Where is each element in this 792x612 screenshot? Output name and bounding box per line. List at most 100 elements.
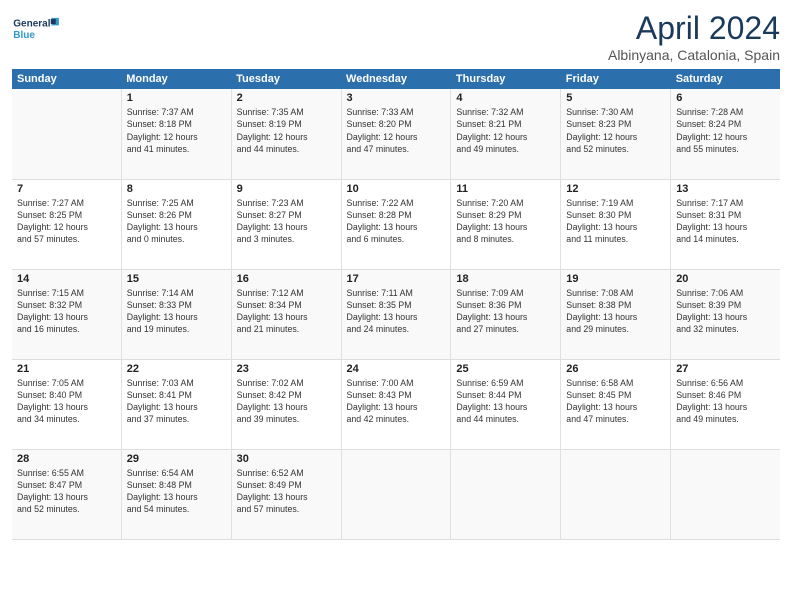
calendar-cell — [451, 449, 561, 539]
day-info: Sunrise: 7:27 AM Sunset: 8:25 PM Dayligh… — [17, 197, 116, 246]
day-number: 22 — [127, 363, 226, 375]
calendar-cell: 23Sunrise: 7:02 AM Sunset: 8:42 PM Dayli… — [231, 359, 341, 449]
day-number: 9 — [237, 183, 336, 195]
calendar-cell: 15 Sunrise: 7:14 AM Sunset: 8:33 PM Dayli… — [121, 269, 231, 359]
header-wednesday: Wednesday — [341, 69, 451, 89]
day-number: 8 — [127, 183, 226, 195]
calendar-cell — [671, 449, 780, 539]
calendar-cell: 28 Sunrise: 6:55 AM Sunset: 8:47 PM Dayli… — [12, 449, 121, 539]
day-info: Sunrise: 7:17 AM Sunset: 8:31 PM Dayligh… — [676, 197, 775, 246]
calendar-cell: 22 Sunrise: 7:03 AM Sunset: 8:41 PM Dayli… — [121, 359, 231, 449]
header-row: Sunday Monday Tuesday Wednesday Thursday… — [12, 69, 780, 89]
calendar-cell: 9Sunrise: 7:23 AM Sunset: 8:27 PM Daylig… — [231, 179, 341, 269]
day-info: Sunrise: 7:08 AM Sunset: 8:38 PM Dayligh… — [566, 287, 665, 336]
logo-svg: General Blue — [12, 10, 62, 50]
calendar-cell — [561, 449, 671, 539]
day-number: 24 — [347, 363, 446, 375]
day-number: 30 — [237, 453, 336, 465]
calendar-cell: 1 Sunrise: 7:37 AM Sunset: 8:18 PM Daylig… — [121, 89, 231, 179]
day-info: Sunrise: 7:25 AM Sunset: 8:26 PM Dayligh… — [127, 197, 226, 246]
month-title: April 2024 — [608, 10, 780, 47]
day-info: Sunrise: 7:03 AM Sunset: 8:41 PM Dayligh… — [127, 377, 226, 426]
day-number: 2 — [237, 92, 336, 104]
header-thursday: Thursday — [451, 69, 561, 89]
header: General Blue April 2024 Albinyana, Catal… — [12, 10, 780, 63]
day-info: Sunrise: 6:52 AM Sunset: 8:49 PM Dayligh… — [237, 467, 336, 516]
day-number: 26 — [566, 363, 665, 375]
header-friday: Friday — [561, 69, 671, 89]
calendar-header: Sunday Monday Tuesday Wednesday Thursday… — [12, 69, 780, 89]
day-number: 3 — [347, 92, 446, 104]
calendar-cell: 6 Sunrise: 7:28 AM Sunset: 8:24 PM Daylig… — [671, 89, 780, 179]
header-tuesday: Tuesday — [231, 69, 341, 89]
calendar-cell: 17 Sunrise: 7:11 AM Sunset: 8:35 PM Dayli… — [341, 269, 451, 359]
calendar-cell: 30 Sunrise: 6:52 AM Sunset: 8:49 PM Dayli… — [231, 449, 341, 539]
day-number: 13 — [676, 183, 775, 195]
calendar-cell: 5Sunrise: 7:30 AM Sunset: 8:23 PM Daylig… — [561, 89, 671, 179]
day-info: Sunrise: 7:20 AM Sunset: 8:29 PM Dayligh… — [456, 197, 555, 246]
day-number: 15 — [127, 273, 226, 285]
day-number: 21 — [17, 363, 116, 375]
day-info: Sunrise: 7:15 AM Sunset: 8:32 PM Dayligh… — [17, 287, 116, 336]
day-info: Sunrise: 7:28 AM Sunset: 8:24 PM Dayligh… — [676, 106, 775, 155]
day-number: 12 — [566, 183, 665, 195]
calendar-cell — [12, 89, 121, 179]
location-subtitle: Albinyana, Catalonia, Spain — [608, 47, 780, 63]
day-number: 27 — [676, 363, 775, 375]
calendar-cell: 25 Sunrise: 6:59 AM Sunset: 8:44 PM Dayli… — [451, 359, 561, 449]
day-info: Sunrise: 6:58 AM Sunset: 8:45 PM Dayligh… — [566, 377, 665, 426]
day-info: Sunrise: 6:59 AM Sunset: 8:44 PM Dayligh… — [456, 377, 555, 426]
calendar-cell: 14Sunrise: 7:15 AM Sunset: 8:32 PM Dayli… — [12, 269, 121, 359]
day-info: Sunrise: 7:06 AM Sunset: 8:39 PM Dayligh… — [676, 287, 775, 336]
day-number: 28 — [17, 453, 116, 465]
title-block: April 2024 Albinyana, Catalonia, Spain — [608, 10, 780, 63]
calendar-body: 1 Sunrise: 7:37 AM Sunset: 8:18 PM Daylig… — [12, 89, 780, 539]
day-info: Sunrise: 7:37 AM Sunset: 8:18 PM Dayligh… — [127, 106, 226, 155]
day-number: 7 — [17, 183, 116, 195]
calendar-cell: 7 Sunrise: 7:27 AM Sunset: 8:25 PM Daylig… — [12, 179, 121, 269]
day-info: Sunrise: 6:56 AM Sunset: 8:46 PM Dayligh… — [676, 377, 775, 426]
day-info: Sunrise: 7:22 AM Sunset: 8:28 PM Dayligh… — [347, 197, 446, 246]
day-number: 16 — [237, 273, 336, 285]
calendar-cell: 3 Sunrise: 7:33 AM Sunset: 8:20 PM Daylig… — [341, 89, 451, 179]
day-number: 20 — [676, 273, 775, 285]
day-info: Sunrise: 7:00 AM Sunset: 8:43 PM Dayligh… — [347, 377, 446, 426]
day-info: Sunrise: 7:30 AM Sunset: 8:23 PM Dayligh… — [566, 106, 665, 155]
day-number: 29 — [127, 453, 226, 465]
calendar-cell: 12 Sunrise: 7:19 AM Sunset: 8:30 PM Dayli… — [561, 179, 671, 269]
day-info: Sunrise: 7:19 AM Sunset: 8:30 PM Dayligh… — [566, 197, 665, 246]
calendar-cell: 11Sunrise: 7:20 AM Sunset: 8:29 PM Dayli… — [451, 179, 561, 269]
calendar-cell: 29 Sunrise: 6:54 AM Sunset: 8:48 PM Dayli… — [121, 449, 231, 539]
week-row-1: 7 Sunrise: 7:27 AM Sunset: 8:25 PM Daylig… — [12, 179, 780, 269]
day-info: Sunrise: 7:32 AM Sunset: 8:21 PM Dayligh… — [456, 106, 555, 155]
calendar-cell: 10 Sunrise: 7:22 AM Sunset: 8:28 PM Dayli… — [341, 179, 451, 269]
day-number: 6 — [676, 92, 775, 104]
calendar-cell: 27 Sunrise: 6:56 AM Sunset: 8:46 PM Dayli… — [671, 359, 780, 449]
week-row-4: 28 Sunrise: 6:55 AM Sunset: 8:47 PM Dayli… — [12, 449, 780, 539]
calendar-cell: 24 Sunrise: 7:00 AM Sunset: 8:43 PM Dayli… — [341, 359, 451, 449]
day-number: 17 — [347, 273, 446, 285]
week-row-2: 14Sunrise: 7:15 AM Sunset: 8:32 PM Dayli… — [12, 269, 780, 359]
day-number: 25 — [456, 363, 555, 375]
day-info: Sunrise: 7:14 AM Sunset: 8:33 PM Dayligh… — [127, 287, 226, 336]
day-info: Sunrise: 6:54 AM Sunset: 8:48 PM Dayligh… — [127, 467, 226, 516]
calendar-cell: 21 Sunrise: 7:05 AM Sunset: 8:40 PM Dayli… — [12, 359, 121, 449]
calendar-cell: 4 Sunrise: 7:32 AM Sunset: 8:21 PM Daylig… — [451, 89, 561, 179]
week-row-3: 21 Sunrise: 7:05 AM Sunset: 8:40 PM Dayli… — [12, 359, 780, 449]
day-info: Sunrise: 7:12 AM Sunset: 8:34 PM Dayligh… — [237, 287, 336, 336]
day-number: 10 — [347, 183, 446, 195]
calendar-cell: 19Sunrise: 7:08 AM Sunset: 8:38 PM Dayli… — [561, 269, 671, 359]
calendar-cell — [341, 449, 451, 539]
day-info: Sunrise: 6:55 AM Sunset: 8:47 PM Dayligh… — [17, 467, 116, 516]
day-number: 18 — [456, 273, 555, 285]
day-info: Sunrise: 7:11 AM Sunset: 8:35 PM Dayligh… — [347, 287, 446, 336]
calendar-cell: 26 Sunrise: 6:58 AM Sunset: 8:45 PM Dayli… — [561, 359, 671, 449]
day-number: 1 — [127, 92, 226, 104]
week-row-0: 1 Sunrise: 7:37 AM Sunset: 8:18 PM Daylig… — [12, 89, 780, 179]
calendar-cell: 18Sunrise: 7:09 AM Sunset: 8:36 PM Dayli… — [451, 269, 561, 359]
day-info: Sunrise: 7:35 AM Sunset: 8:19 PM Dayligh… — [237, 106, 336, 155]
day-number: 4 — [456, 92, 555, 104]
day-info: Sunrise: 7:33 AM Sunset: 8:20 PM Dayligh… — [347, 106, 446, 155]
day-info: Sunrise: 7:05 AM Sunset: 8:40 PM Dayligh… — [17, 377, 116, 426]
svg-text:Blue: Blue — [13, 30, 35, 41]
